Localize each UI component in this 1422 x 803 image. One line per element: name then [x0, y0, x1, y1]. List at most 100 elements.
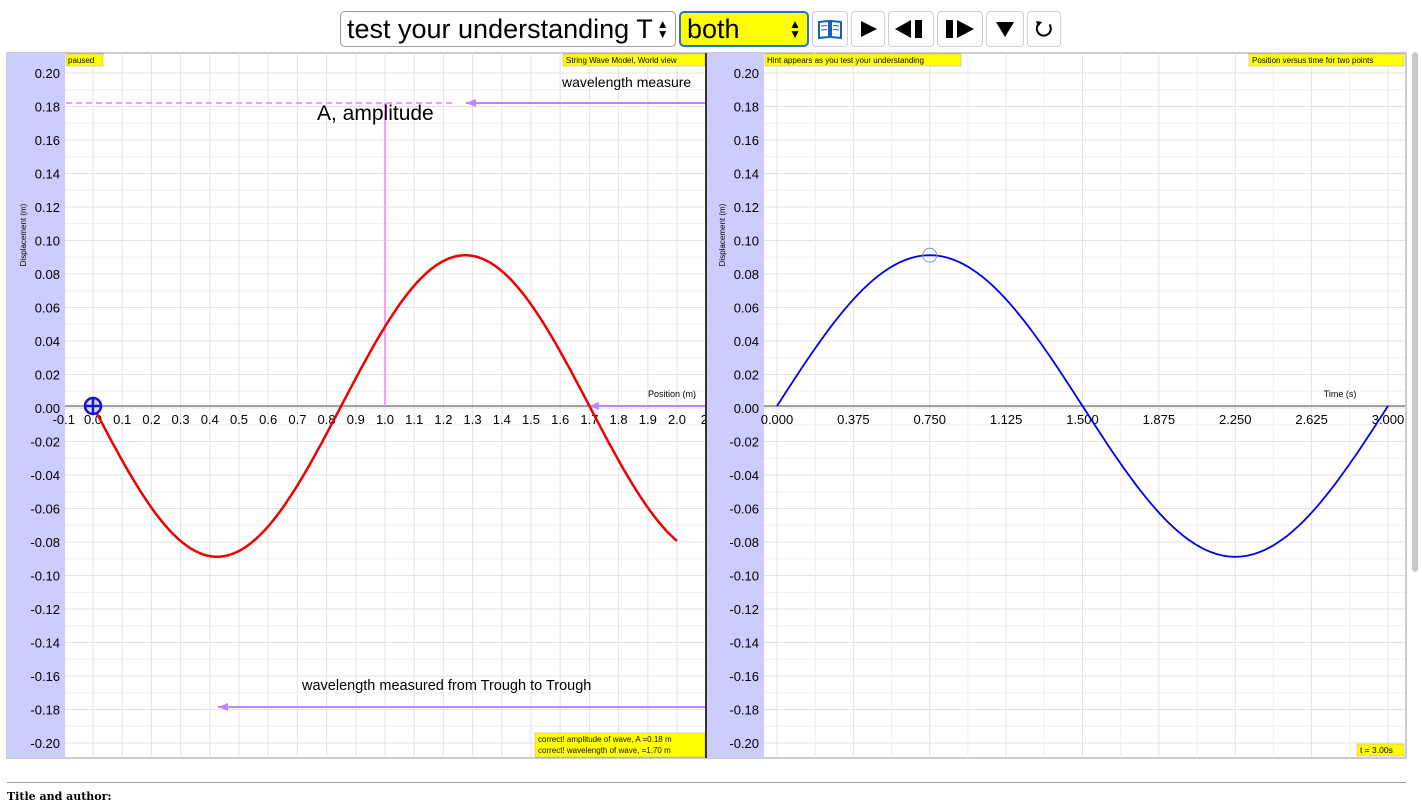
wavelength-top-label: wavelength measure: [561, 74, 691, 90]
hint-label-bg: [764, 53, 962, 67]
y-tick-label: 0.08: [734, 267, 759, 282]
view-select-value: both: [687, 13, 740, 44]
string-wave-curve: [91, 254, 678, 558]
play-button[interactable]: [851, 11, 885, 47]
y-tick-label: -0.08: [30, 535, 60, 550]
y-tick-label: 0.16: [35, 133, 60, 148]
x-tick-label: 1.1: [405, 412, 423, 427]
right-y-axis-band: [706, 53, 764, 758]
book-button[interactable]: [812, 11, 848, 47]
y-tick-label: -0.08: [729, 535, 759, 550]
wavelength-bottom-label: wavelength measured from Trough to Troug…: [301, 678, 591, 694]
step-back-button[interactable]: [888, 11, 934, 47]
x-tick-label: 0.750: [913, 412, 946, 427]
footer-title-heading: Title and author:: [7, 790, 112, 803]
y-tick-label: -0.14: [729, 636, 759, 651]
status-badge-bg: [65, 53, 104, 67]
select-arrows-icon: ▲ ▼: [789, 17, 801, 41]
x-tick-label: 0.4: [201, 412, 219, 427]
time-readout-bg: [1356, 743, 1405, 757]
x-tick-label: 1.500: [1066, 412, 1099, 427]
y-tick-label: -0.14: [30, 636, 60, 651]
peak-marker-icon: [922, 247, 938, 263]
toolbar: test your understanding T ▲ ▼ both ▲ ▼: [340, 8, 1061, 50]
x-tick-label: 0.8: [318, 412, 336, 427]
reset-button[interactable]: [1027, 11, 1061, 47]
wavelength-bottom-arrowhead: [218, 703, 228, 711]
left-grid: [65, 53, 707, 758]
x-tick-label: 2.0: [668, 412, 686, 427]
right-y-ticks: 0.20 0.18 0.16 0.14 0.12 0.10 0.08 0.06 0.04 0.02…: [729, 66, 759, 751]
y-tick-label: 0.06: [734, 301, 759, 316]
x-tick-label: 0.375: [837, 412, 870, 427]
y-tick-label: 0.10: [35, 234, 60, 249]
x-tick-label: 0.2: [142, 412, 160, 427]
time-readout: t = 3.00s: [1360, 745, 1393, 755]
y-tick-label: 0.04: [734, 334, 759, 349]
left-y-axis-label: Displacement (m): [19, 203, 28, 266]
left-x-axis-label: Position (m): [648, 389, 696, 399]
y-tick-label: -0.20: [729, 736, 759, 751]
x-tick-label: 1.7: [580, 412, 598, 427]
right-y-axis-label: Displacement (m): [718, 203, 727, 266]
y-tick-label: 0.14: [35, 167, 60, 182]
y-tick-label: 0.04: [35, 334, 60, 349]
select-arrows-icon: ▲ ▼: [656, 17, 669, 41]
x-tick-label: 1.875: [1143, 412, 1176, 427]
view-select[interactable]: both ▲ ▼: [679, 11, 809, 47]
mode-select-value: test your understanding T: [347, 13, 653, 44]
status-badge: paused: [68, 56, 94, 65]
x-tick-label: 3.000: [1372, 412, 1405, 427]
x-tick-label: 0.3: [172, 412, 190, 427]
y-tick-label: -0.20: [30, 736, 60, 751]
left-y-axis-band: [7, 53, 65, 758]
right-grid: [764, 53, 1405, 758]
mode-select[interactable]: test your understanding T ▲ ▼: [340, 11, 676, 47]
x-tick-label: 1.2: [434, 412, 452, 427]
y-tick-label: -0.04: [30, 468, 60, 483]
reset-icon: [1035, 21, 1052, 37]
y-tick-label: 0.14: [734, 167, 759, 182]
y-tick-label: 0.08: [35, 267, 60, 282]
origin-marker-icon[interactable]: [83, 396, 103, 416]
left-panel: 0.200.180.160.140.120.100.080.060.040.02…: [6, 52, 712, 759]
graph-title-bg: [1248, 53, 1405, 67]
left-x-ticks: -0.1 0.0 0.1 0.2 0.3 0.4 0.5 0.6 0.7 0.8 0.9 1.0 1.1…: [53, 412, 712, 427]
y-tick-label: 0.10: [734, 234, 759, 249]
x-tick-label: 0.5: [230, 412, 248, 427]
step-forward-button[interactable]: [937, 11, 983, 47]
wavelength-mid-arrowhead: [589, 402, 599, 410]
feedback-box: [534, 732, 706, 758]
x-tick-label: 0.6: [259, 412, 277, 427]
amplitude-label: A, amplitude: [317, 102, 434, 125]
down-triangle-icon: [996, 22, 1014, 37]
book-icon: [818, 19, 842, 40]
y-tick-label: 0.00: [35, 401, 60, 416]
play-icon: [861, 21, 877, 37]
x-tick-label: 1.125: [990, 412, 1023, 427]
y-tick-label: 0.16: [734, 133, 759, 148]
x-tick-label: 0.0: [84, 412, 102, 427]
menu-button[interactable]: [986, 11, 1024, 47]
y-tick-label: 0.18: [734, 100, 759, 115]
page-scrollbar[interactable]: [1412, 52, 1418, 572]
x-tick-label: 1.9: [639, 412, 657, 427]
right-x-axis-label: Time (s): [1324, 389, 1357, 399]
y-tick-label: -0.18: [729, 703, 759, 718]
y-tick-label: 0.20: [35, 66, 60, 81]
y-tick-label: -0.06: [729, 502, 759, 517]
y-tick-label: 0.20: [734, 66, 759, 81]
y-tick-label: 0.02: [734, 368, 759, 383]
y-tick-label: -0.04: [729, 468, 759, 483]
wavelength-top-arrowhead: [466, 99, 476, 107]
y-tick-label: -0.02: [30, 435, 60, 450]
x-tick-label: 0.9: [347, 412, 365, 427]
y-tick-label: -0.16: [729, 669, 759, 684]
x-tick-label: 0.7: [288, 412, 306, 427]
y-tick-label: -0.12: [30, 602, 60, 617]
x-tick-label: 1.8: [610, 412, 628, 427]
y-tick-label: -0.06: [30, 502, 60, 517]
y-tick-label: -0.12: [729, 602, 759, 617]
y-tick-label: -0.16: [30, 669, 60, 684]
x-tick-label: 1.0: [376, 412, 394, 427]
